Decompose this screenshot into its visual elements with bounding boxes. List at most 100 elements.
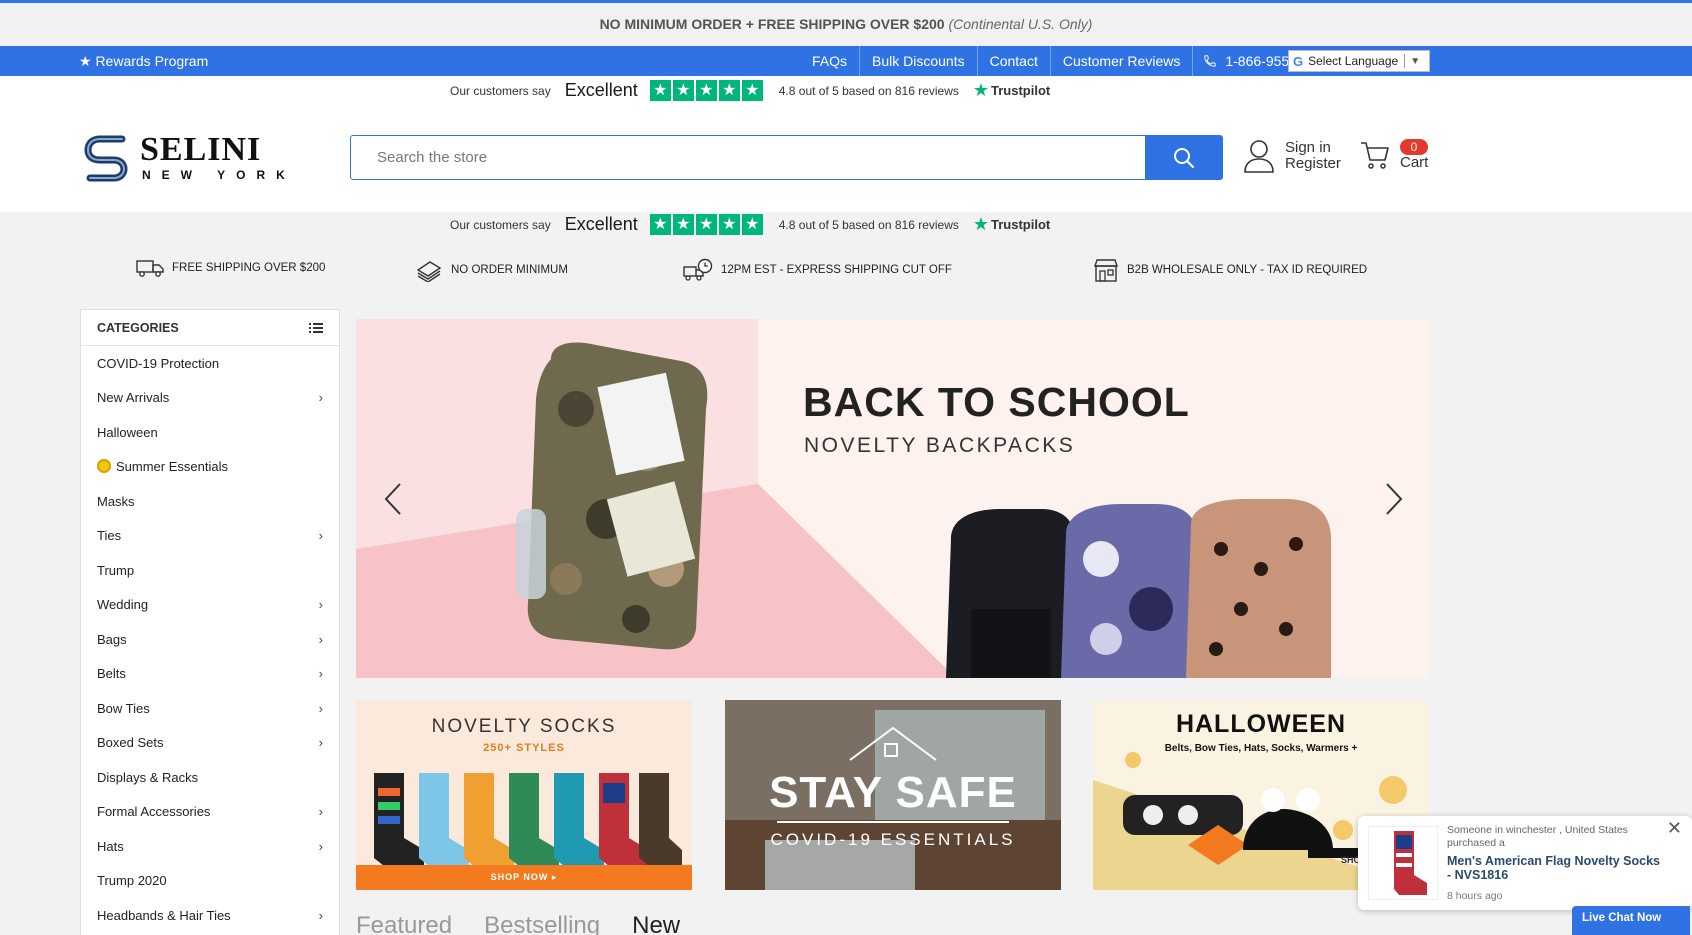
category-item-trump-2020[interactable]: Trump 2020 [81,864,339,899]
trustpilot-score: 4.8 out of 5 based on 816 reviews [778,83,959,98]
star-icon: ★ [695,80,717,101]
trustpilot-widget-bottom[interactable]: Our customers say Excellent ★ ★ ★ ★ ★ 4.… [450,214,1050,235]
announcement-note: (Continental U.S. Only) [948,16,1093,32]
flag-socks-image [1394,831,1427,895]
feature-free-shipping: FREE SHIPPING OVER $200 [136,258,325,278]
language-select[interactable]: G Select Language ▼ [1288,50,1430,72]
feature-express-cutoff: 12PM EST - EXPRESS SHIPPING CUT OFF [683,258,952,282]
storefront-icon [1094,259,1118,282]
popup-purchase-text: Someone in winchester , United States pu… [1447,824,1628,849]
truck-icon [136,260,164,277]
hero-title: BACK TO SCHOOL [803,379,1190,425]
chevron-right-icon: › [318,735,323,751]
stay-safe-subtitle: COVID-19 ESSENTIALS [770,830,1016,849]
category-item-wedding[interactable]: Wedding › [81,588,339,623]
trustpilot-star-icon: ★ [972,214,990,234]
cart-count-badge: 0 [1400,139,1428,155]
category-item-hats[interactable]: Hats › [81,829,339,864]
selini-logo-icon [84,135,128,182]
search-input[interactable] [351,136,1145,179]
site-logo[interactable]: SELINI NEW YORK [82,130,302,186]
tab-featured[interactable]: Featured [356,912,452,935]
trustpilot-rating-word: Excellent [564,214,638,234]
clock-truck-icon [683,258,713,281]
promo-tile-novelty-socks[interactable]: NOVELTY SOCKS 250+ STYLES SHOP NOW ▸ [356,700,692,890]
category-item-bags[interactable]: Bags › [81,622,339,657]
trustpilot-say: Our customers say [450,83,551,98]
register-link[interactable]: Register [1285,156,1341,172]
phone-icon [1204,55,1217,67]
star-icon: ★ [695,214,717,235]
trustpilot-widget-top[interactable]: Our customers say Excellent ★ ★ ★ ★ ★ 4.… [450,80,1050,101]
account-link[interactable]: Sign in Register [1243,139,1341,173]
trustpilot-rating-word: Excellent [564,80,638,100]
live-chat-button[interactable]: Live Chat Now [1572,906,1690,935]
rewards-program-link[interactable]: ★ Rewards Program [79,53,208,70]
bulk-discounts-link[interactable]: Bulk Discounts [860,46,978,76]
chevron-right-icon: › [318,631,323,647]
chevron-right-icon: › [318,907,323,923]
product-tabs: Featured Bestselling New [356,912,712,935]
promo-tile-stay-safe[interactable]: STAY SAFE COVID-19 ESSENTIALS [725,700,1061,890]
hero-slider[interactable]: BACK TO SCHOOL NOVELTY BACKPACKS [356,319,1429,678]
feature-label: 12PM EST - EXPRESS SHIPPING CUT OFF [721,264,952,276]
search-bar [350,135,1223,180]
search-button[interactable] [1145,136,1222,179]
list-icon[interactable] [309,322,323,334]
chevron-right-icon: › [318,597,323,613]
sun-icon [97,459,111,474]
categories-title: CATEGORIES [97,320,179,335]
trustpilot-logo: ★ Trustpilot [972,80,1051,100]
halloween-subtitle: Belts, Bow Ties, Hats, Socks, Warmers + [1164,743,1358,754]
cart-label: Cart [1400,154,1429,171]
category-item-masks[interactable]: Masks [81,484,339,519]
chevron-right-icon: › [318,838,323,854]
chevron-right-icon: › [318,804,323,820]
close-icon[interactable]: ✕ [1667,818,1682,839]
trustpilot-star-icon: ★ [972,80,990,100]
category-item-covid[interactable]: COVID-19 Protection [81,346,339,381]
category-item-new-arrivals[interactable]: New Arrivals › [81,381,339,416]
category-item-formal[interactable]: Formal Accessories › [81,795,339,830]
category-item-displays[interactable]: Displays & Racks [81,760,339,795]
chevron-right-icon: › [318,700,323,716]
stay-safe-title: STAY SAFE [769,768,1017,817]
recent-purchase-popup[interactable]: Someone in winchester , United States pu… [1358,816,1692,910]
category-item-boxed-sets[interactable]: Boxed Sets › [81,726,339,761]
cart-link[interactable]: 0 Cart [1360,139,1428,171]
category-item-halloween[interactable]: Halloween [81,415,339,450]
trustpilot-stars: ★ ★ ★ ★ ★ [649,80,765,101]
feature-b2b-wholesale: B2B WHOLESALE ONLY - TAX ID REQUIRED [1093,258,1367,282]
star-icon: ★ [672,80,694,101]
announcement-text: NO MINIMUM ORDER + FREE SHIPPING OVER $2… [599,16,945,32]
category-item-headbands[interactable]: Headbands & Hair Ties › [81,898,339,933]
product-thumbnail [1368,826,1438,900]
star-icon: ★ [741,214,763,235]
tab-new[interactable]: New [632,912,680,935]
category-item-summer[interactable]: Summer Essentials [81,450,339,485]
faqs-link[interactable]: FAQs [800,46,861,76]
slider-next-arrow-icon[interactable] [1377,479,1407,519]
feature-label: FREE SHIPPING OVER $200 [172,262,326,274]
slider-prev-arrow-icon[interactable] [380,479,410,519]
socks-shop-now-button[interactable]: SHOP NOW ▸ [356,865,692,890]
logo-city: NEW YORK [142,168,296,182]
trustpilot-say: Our customers say [450,217,551,232]
category-item-bow-ties[interactable]: Bow Ties › [81,691,339,726]
category-item-belts[interactable]: Belts › [81,657,339,692]
tab-bestselling[interactable]: Bestselling [484,912,600,935]
chevron-right-icon: › [318,528,323,544]
feature-label: NO ORDER MINIMUM [451,264,568,276]
categories-header: CATEGORIES [81,310,339,346]
category-item-trump[interactable]: Trump [81,553,339,588]
customer-reviews-link[interactable]: Customer Reviews [1051,46,1194,76]
contact-link[interactable]: Contact [978,46,1051,76]
category-item-ties[interactable]: Ties › [81,519,339,554]
backpacks-image [946,499,1331,678]
star-icon: ★ [649,214,671,235]
categories-sidebar: CATEGORIES COVID-19 Protection New Arriv… [80,309,340,935]
trustpilot-logo: ★ Trustpilot [972,214,1051,234]
popup-product-name[interactable]: Men's American Flag Novelty Socks - NVS1… [1447,854,1667,882]
sign-in-link[interactable]: Sign in [1285,140,1341,156]
logo-name: SELINI [140,131,262,168]
